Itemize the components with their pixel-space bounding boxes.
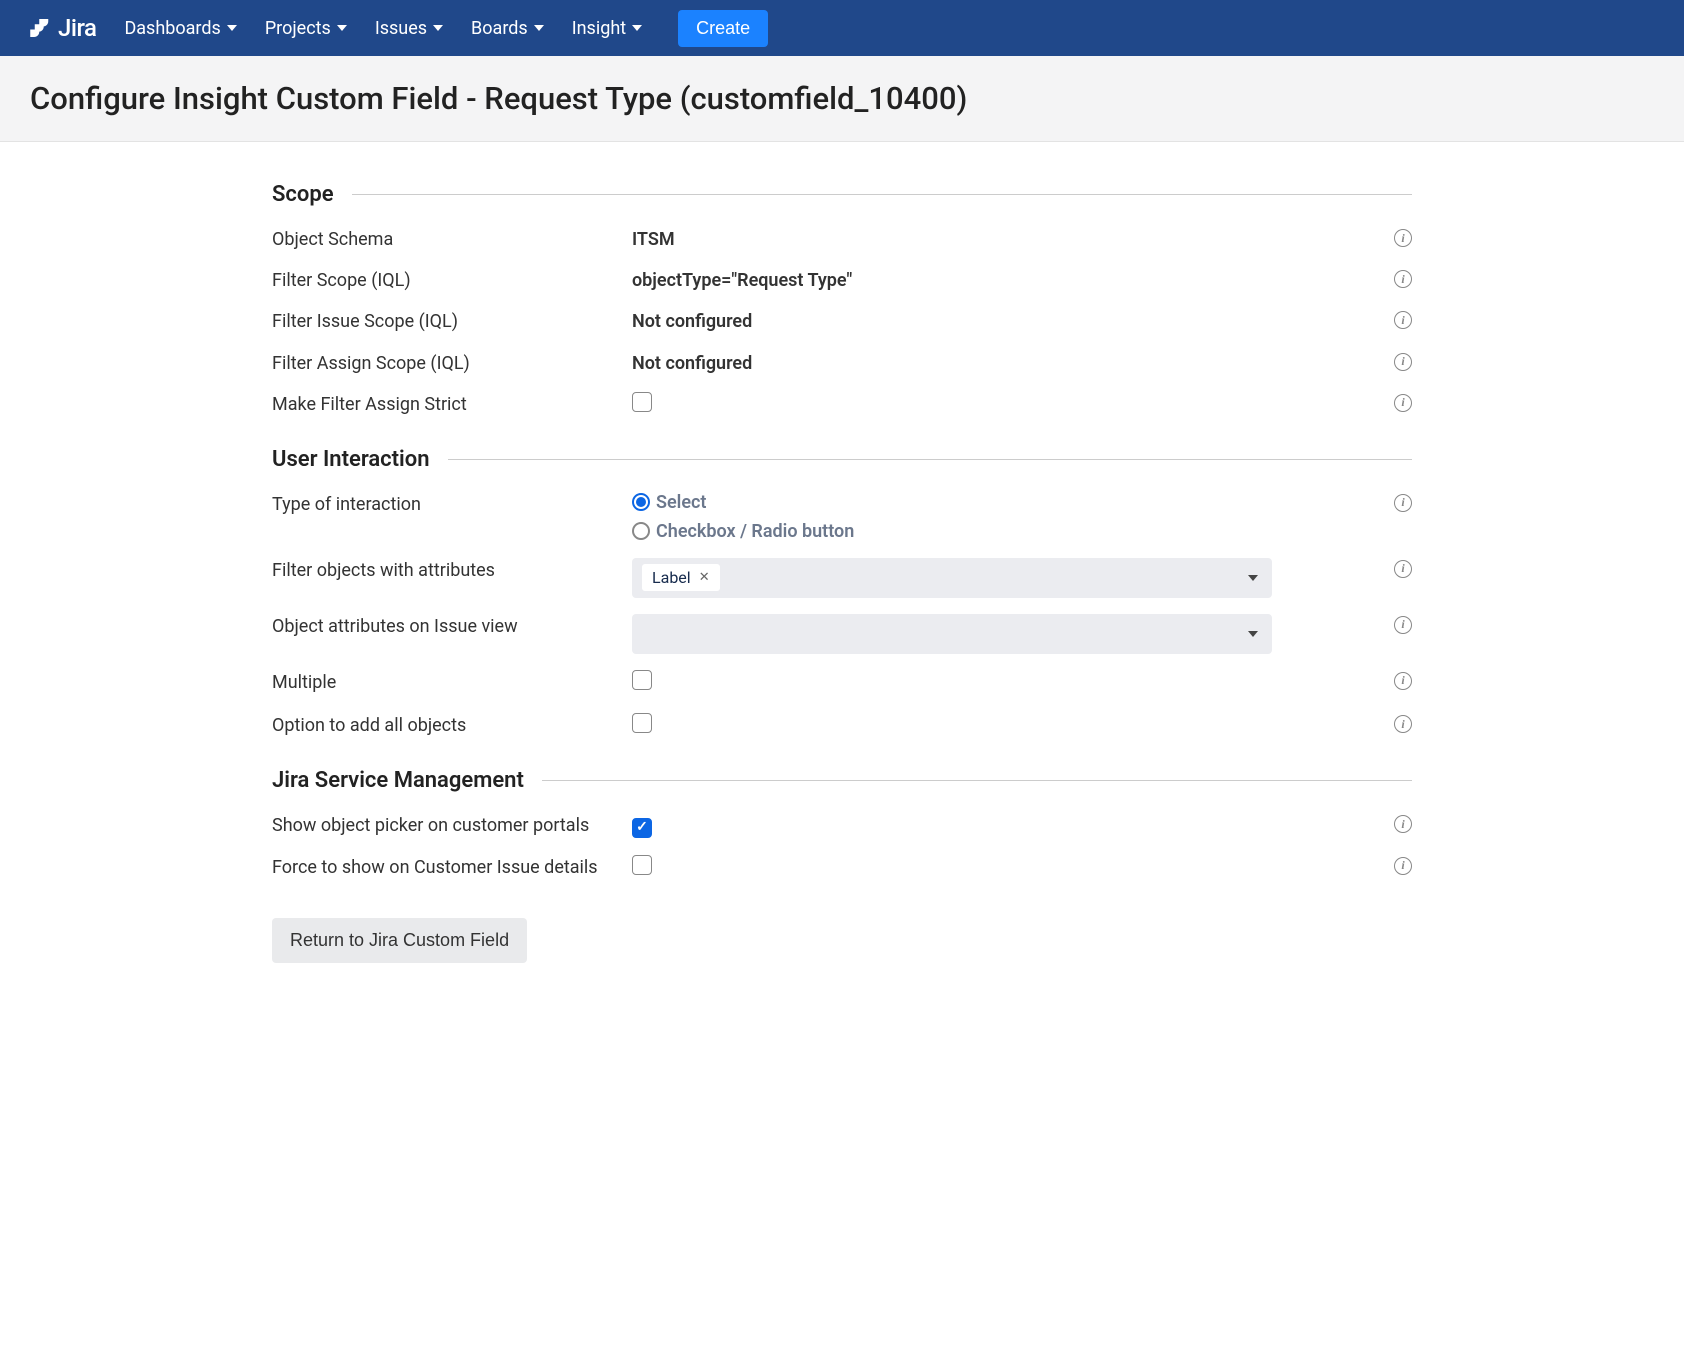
section-divider xyxy=(542,780,1412,781)
jira-logo-icon xyxy=(28,16,52,40)
row-filter-objects-attrs: Filter objects with attributes Label ✕ i xyxy=(272,558,1412,598)
radio-select[interactable] xyxy=(632,493,650,511)
section-title: Scope xyxy=(272,182,334,207)
checkbox-force-show[interactable] xyxy=(632,855,652,875)
label-force-show: Force to show on Customer Issue details xyxy=(272,855,632,880)
row-force-show: Force to show on Customer Issue details … xyxy=(272,855,1412,882)
info-icon[interactable]: i xyxy=(1394,560,1412,578)
section-title: User Interaction xyxy=(272,447,430,472)
label-multiple: Multiple xyxy=(272,670,632,695)
chevron-down-icon xyxy=(1248,631,1258,637)
nav-insight[interactable]: Insight xyxy=(572,18,642,39)
content: Scope Object Schema ITSM i Filter Scope … xyxy=(242,142,1442,993)
section-header-jsm: Jira Service Management xyxy=(272,768,1412,793)
label-make-filter-assign-strict: Make Filter Assign Strict xyxy=(272,392,632,417)
value-object-schema: ITSM xyxy=(632,227,1412,252)
chevron-down-icon xyxy=(632,25,642,31)
chevron-down-icon xyxy=(1248,575,1258,581)
label-object-attrs-issue-view: Object attributes on Issue view xyxy=(272,614,632,639)
label-filter-assign-scope: Filter Assign Scope (IQL) xyxy=(272,351,632,376)
chip-label: Label ✕ xyxy=(642,564,720,591)
section-title: Jira Service Management xyxy=(272,768,524,793)
section-header-user-interaction: User Interaction xyxy=(272,447,1412,472)
label-show-picker: Show object picker on customer portals xyxy=(272,813,632,838)
label-type-of-interaction: Type of interaction xyxy=(272,492,632,517)
page-title: Configure Insight Custom Field - Request… xyxy=(30,80,1654,117)
info-icon[interactable]: i xyxy=(1394,353,1412,371)
label-object-schema: Object Schema xyxy=(272,227,632,252)
info-icon[interactable]: i xyxy=(1394,494,1412,512)
info-icon[interactable]: i xyxy=(1394,672,1412,690)
chevron-down-icon xyxy=(433,25,443,31)
row-show-picker: Show object picker on customer portals i xyxy=(272,813,1412,838)
section-divider xyxy=(448,459,1412,460)
value-filter-scope: objectType="Request Type" xyxy=(632,268,1412,293)
checkbox-option-add-all[interactable] xyxy=(632,713,652,733)
chevron-down-icon xyxy=(227,25,237,31)
info-icon[interactable]: i xyxy=(1394,715,1412,733)
nav-boards[interactable]: Boards xyxy=(471,18,544,39)
return-button[interactable]: Return to Jira Custom Field xyxy=(272,918,527,963)
radio-row-checkbox: Checkbox / Radio button xyxy=(632,521,1272,542)
top-nav: Jira Dashboards Projects Issues Boards I… xyxy=(0,0,1684,56)
info-icon[interactable]: i xyxy=(1394,857,1412,875)
row-filter-scope: Filter Scope (IQL) objectType="Request T… xyxy=(272,268,1412,293)
multiselect-object-attrs-issue-view[interactable] xyxy=(632,614,1272,654)
label-filter-objects-attrs: Filter objects with attributes xyxy=(272,558,632,583)
section-header-scope: Scope xyxy=(272,182,1412,207)
label-filter-scope: Filter Scope (IQL) xyxy=(272,268,632,293)
checkbox-make-filter-assign-strict[interactable] xyxy=(632,392,652,412)
value-filter-assign-scope: Not configured xyxy=(632,351,1412,376)
row-option-add-all: Option to add all objects i xyxy=(272,713,1412,740)
multiselect-filter-objects-attrs[interactable]: Label ✕ xyxy=(632,558,1272,598)
value-filter-issue-scope: Not configured xyxy=(632,309,1412,334)
info-icon[interactable]: i xyxy=(1394,229,1412,247)
chip-text: Label xyxy=(652,568,691,587)
section-divider xyxy=(352,194,1412,195)
label-option-add-all: Option to add all objects xyxy=(272,713,632,738)
radio-checkbox[interactable] xyxy=(632,522,650,540)
info-icon[interactable]: i xyxy=(1394,616,1412,634)
chevron-down-icon xyxy=(534,25,544,31)
checkbox-show-picker[interactable] xyxy=(632,818,652,838)
row-make-filter-assign-strict: Make Filter Assign Strict i xyxy=(272,392,1412,419)
row-object-schema: Object Schema ITSM i xyxy=(272,227,1412,252)
radio-label-checkbox: Checkbox / Radio button xyxy=(656,521,854,542)
info-icon[interactable]: i xyxy=(1394,394,1412,412)
chip-remove-icon[interactable]: ✕ xyxy=(699,570,710,585)
nav-projects[interactable]: Projects xyxy=(265,18,347,39)
row-object-attrs-issue-view: Object attributes on Issue view i xyxy=(272,614,1412,654)
jira-logo-text: Jira xyxy=(58,14,96,42)
nav-issues[interactable]: Issues xyxy=(375,18,443,39)
nav-dashboards[interactable]: Dashboards xyxy=(124,18,236,39)
checkbox-multiple[interactable] xyxy=(632,670,652,690)
row-multiple: Multiple i xyxy=(272,670,1412,697)
row-type-of-interaction: Type of interaction Select Checkbox / Ra… xyxy=(272,492,1412,542)
row-filter-issue-scope: Filter Issue Scope (IQL) Not configured … xyxy=(272,309,1412,334)
radio-row-select: Select xyxy=(632,492,1272,513)
radio-label-select: Select xyxy=(656,492,706,513)
jira-logo[interactable]: Jira xyxy=(28,14,96,42)
chevron-down-icon xyxy=(337,25,347,31)
page-header: Configure Insight Custom Field - Request… xyxy=(0,56,1684,142)
create-button[interactable]: Create xyxy=(678,10,768,47)
nav-items: Dashboards Projects Issues Boards Insigh… xyxy=(124,10,768,47)
label-filter-issue-scope: Filter Issue Scope (IQL) xyxy=(272,309,632,334)
row-filter-assign-scope: Filter Assign Scope (IQL) Not configured… xyxy=(272,351,1412,376)
